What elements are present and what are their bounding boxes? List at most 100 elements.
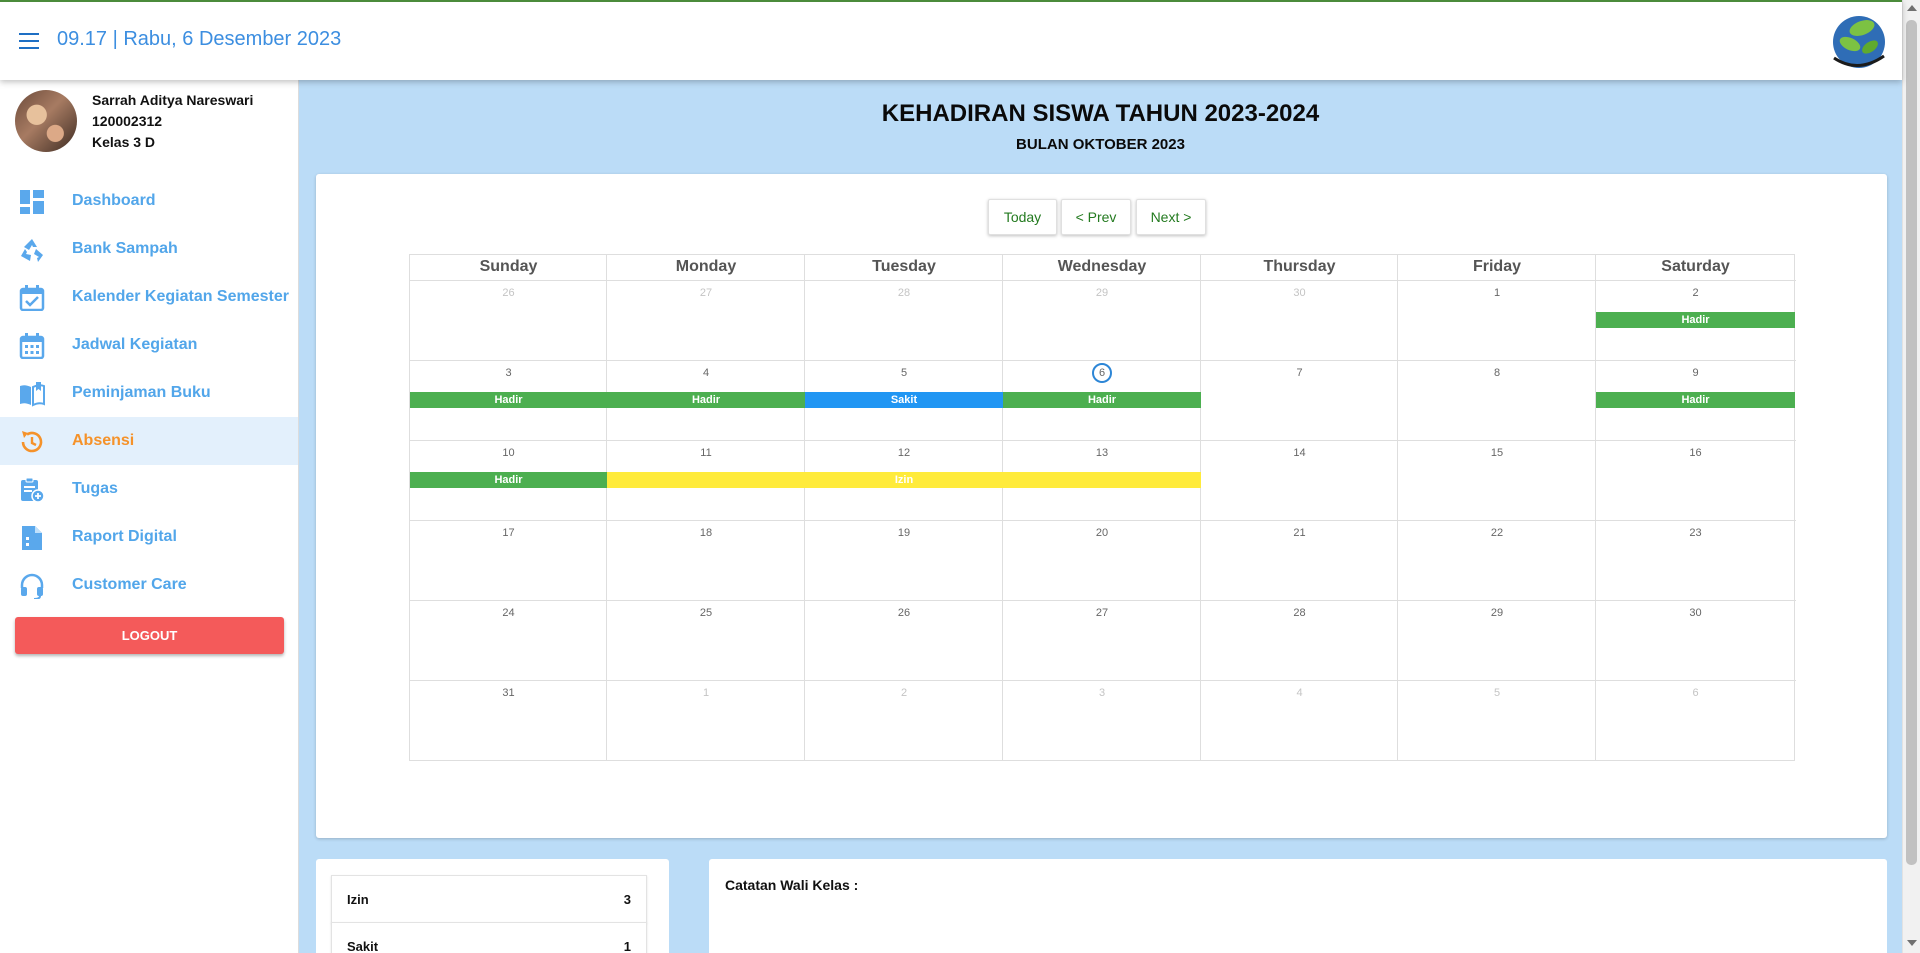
weekday-header: Wednesday [1057, 258, 1147, 275]
teacher-notes-card: Catatan Wali Kelas : [709, 859, 1887, 953]
sidebar-item-customer-care[interactable]: Customer Care [0, 561, 298, 609]
attendance-event-izin[interactable]: Izin [607, 472, 1201, 488]
day-number[interactable]: 26 [410, 286, 607, 300]
day-number[interactable]: 27 [607, 286, 805, 300]
sidebar-item-kalender-kegiatan-semester[interactable]: Kalender Kegiatan Semester [0, 273, 298, 321]
attendance-event-hadir[interactable]: Hadir [410, 392, 607, 408]
sidebar-item-jadwal-kegiatan[interactable]: Jadwal Kegiatan [0, 321, 298, 369]
book-icon [20, 382, 45, 407]
grid-divider [410, 680, 1796, 681]
day-number[interactable]: 30 [1201, 286, 1398, 300]
headset-icon [20, 573, 44, 599]
day-number[interactable]: 21 [1201, 526, 1398, 540]
day-number[interactable]: 2 [805, 686, 1003, 700]
day-number[interactable]: 1 [1398, 286, 1596, 300]
scroll-down-arrow-icon[interactable] [1907, 940, 1917, 946]
day-number[interactable]: 3 [1003, 686, 1201, 700]
attendance-event-hadir[interactable]: Hadir [1003, 392, 1201, 408]
day-number[interactable]: 6 [1596, 686, 1795, 700]
sidebar-item-label: Tugas [72, 480, 118, 497]
day-number[interactable]: 12 [805, 446, 1003, 460]
day-number[interactable]: 10 [410, 446, 607, 460]
day-number[interactable]: 16 [1596, 446, 1795, 460]
attendance-event-hadir[interactable]: Hadir [607, 392, 805, 408]
profile-class: Kelas 3 D [92, 134, 156, 150]
recycle-icon [21, 239, 43, 262]
day-number[interactable]: 4 [607, 366, 805, 380]
page-scrollbar[interactable] [1902, 0, 1920, 953]
sidebar-item-tugas[interactable]: Tugas [0, 465, 298, 513]
day-number[interactable]: 17 [410, 526, 607, 540]
day-number[interactable]: 5 [1398, 686, 1596, 700]
day-number[interactable]: 31 [410, 686, 607, 700]
today-button[interactable]: Today [988, 199, 1057, 235]
summary-count: 1 [623, 939, 631, 953]
grid-divider [410, 360, 1796, 361]
next-month-button[interactable]: Next > [1136, 199, 1206, 235]
day-number[interactable]: 2 [1596, 286, 1795, 300]
day-number[interactable]: 13 [1003, 446, 1201, 460]
day-number[interactable]: 14 [1201, 446, 1398, 460]
sidebar-item-absensi[interactable]: Absensi [0, 417, 298, 465]
grid-divider [410, 600, 1796, 601]
day-number[interactable]: 11 [607, 446, 805, 460]
school-logo[interactable] [1828, 14, 1888, 70]
sidebar-item-label: Raport Digital [72, 528, 177, 545]
weekday-header: Tuesday [872, 258, 936, 275]
day-number[interactable]: 9 [1596, 366, 1795, 380]
day-number[interactable]: 28 [1201, 606, 1398, 620]
day-number[interactable]: 29 [1003, 286, 1201, 300]
logout-button[interactable]: LOGOUT [15, 617, 284, 654]
grid-divider [410, 280, 1796, 281]
avatar [15, 90, 77, 152]
calendar-grid: Sunday Monday Tuesday Wednesday Thursday Frid… [409, 254, 1796, 761]
attendance-summary-card: Izin 3 Sakit 1 [316, 859, 669, 953]
day-number[interactable]: 4 [1201, 686, 1398, 700]
attendance-event-hadir[interactable]: Hadir [1596, 312, 1795, 328]
day-number[interactable]: 1 [607, 686, 805, 700]
day-number[interactable]: 3 [410, 366, 607, 380]
scroll-up-arrow-icon[interactable] [1907, 5, 1917, 11]
day-number[interactable]: 28 [805, 286, 1003, 300]
page-title: KEHADIRAN SISWA TAHUN 2023-2024 [881, 100, 1320, 127]
weekday-header: Sunday [479, 258, 538, 275]
sidebar-item-peminjaman-buku[interactable]: Peminjaman Buku [0, 369, 298, 417]
day-number[interactable]: 27 [1003, 606, 1201, 620]
dashboard-icon [20, 190, 44, 214]
day-number[interactable]: 7 [1201, 366, 1398, 380]
attendance-event-hadir[interactable]: Hadir [1596, 392, 1795, 408]
day-number[interactable]: 20 [1003, 526, 1201, 540]
sidebar-item-bank-sampah[interactable]: Bank Sampah [0, 225, 298, 273]
day-number[interactable]: 23 [1596, 526, 1795, 540]
day-number[interactable]: 29 [1398, 606, 1596, 620]
calendar-card: Today < Prev Next > Sunday Monday Tuesday W… [316, 174, 1887, 838]
attendance-event-hadir[interactable]: Hadir [410, 472, 607, 488]
page-subtitle: BULAN OKTOBER 2023 [1016, 136, 1185, 153]
sidebar-item-label: Jadwal Kegiatan [72, 336, 198, 353]
day-number[interactable]: 15 [1398, 446, 1596, 460]
attendance-event-sakit[interactable]: Sakit [805, 392, 1003, 408]
sidebar-item-label: Customer Care [72, 576, 187, 593]
notes-title: Catatan Wali Kelas : [725, 877, 859, 893]
prev-month-button[interactable]: < Prev [1061, 199, 1131, 235]
top-bar: 09.17 | Rabu, 6 Desember 2023 [0, 0, 1902, 80]
day-number[interactable]: 22 [1398, 526, 1596, 540]
day-number[interactable]: 8 [1398, 366, 1596, 380]
sidebar-item-dashboard[interactable]: Dashboard [0, 177, 298, 225]
day-number[interactable]: 30 [1596, 606, 1795, 620]
scrollbar-thumb[interactable] [1906, 20, 1917, 865]
day-number[interactable]: 26 [805, 606, 1003, 620]
sidebar-item-raport-digital[interactable]: Raport Digital [0, 513, 298, 561]
grid-divider [410, 520, 1796, 521]
day-number[interactable]: 19 [805, 526, 1003, 540]
weekday-header: Friday [1472, 258, 1521, 275]
hamburger-menu-icon[interactable] [19, 33, 39, 51]
summary-label: Sakit [347, 939, 379, 953]
day-number[interactable]: 24 [410, 606, 607, 620]
day-number[interactable]: 18 [607, 526, 805, 540]
day-number[interactable]: 5 [805, 366, 1003, 380]
sidebar-item-label: Dashboard [72, 192, 156, 209]
day-number[interactable]: 6 [1003, 366, 1201, 380]
sidebar: Sarrah Aditya Nareswari 120002312 Kelas … [0, 80, 299, 953]
day-number[interactable]: 25 [607, 606, 805, 620]
